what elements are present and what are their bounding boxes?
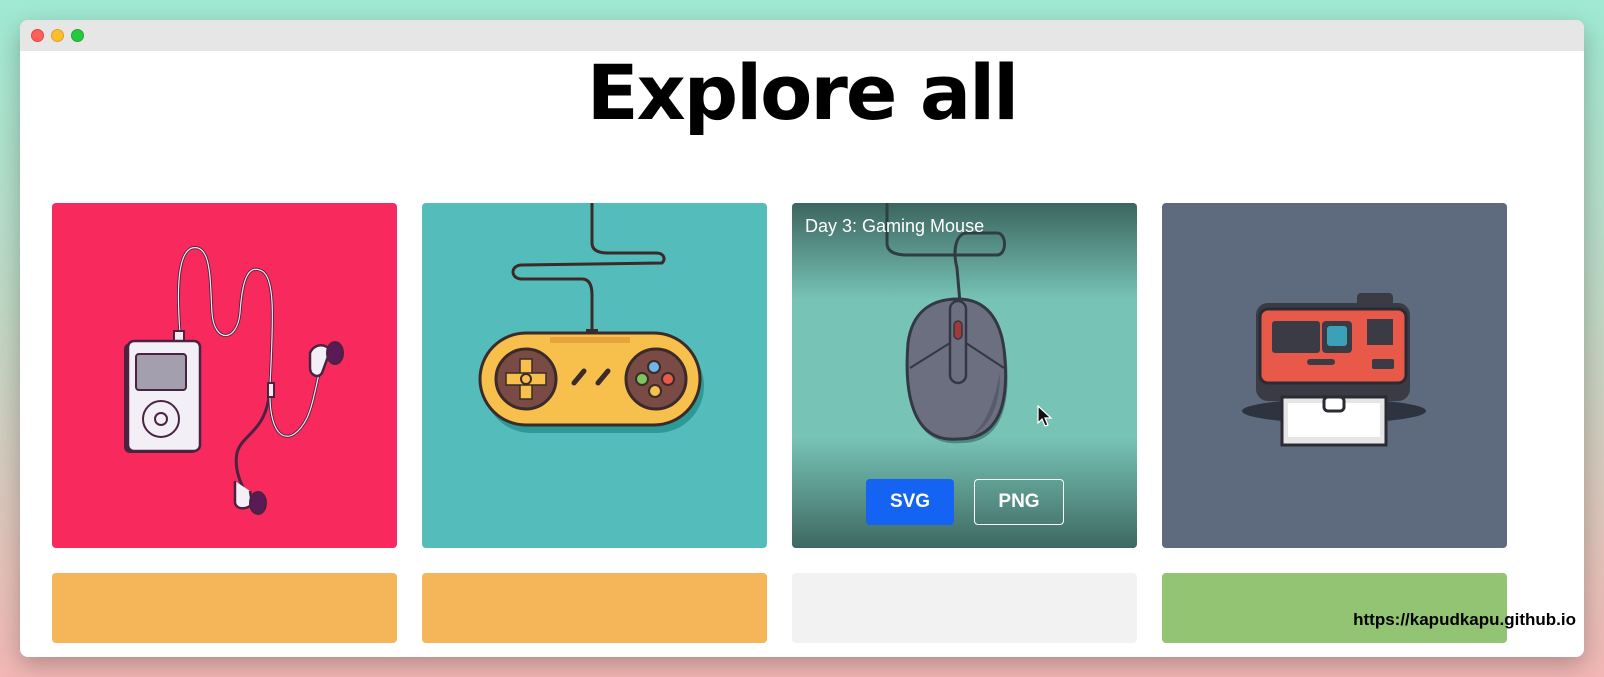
mouse-pointer-icon (1037, 405, 1053, 427)
title-bar (20, 20, 1584, 51)
download-svg-button[interactable]: SVG (866, 479, 954, 525)
page-title: Explore all (586, 48, 1019, 137)
card-7[interactable] (792, 573, 1137, 643)
instant-camera-illustration (1242, 293, 1426, 447)
card-ipod[interactable] (52, 203, 397, 548)
card-6[interactable] (422, 573, 767, 643)
watermark-url: https://kapudkapu.github.io (1353, 610, 1576, 629)
card-title: Day 3: Gaming Mouse (805, 216, 985, 236)
card-8[interactable] (1162, 573, 1507, 643)
close-window-button[interactable] (31, 29, 44, 42)
game-controller-illustration (478, 203, 704, 433)
minimize-window-button[interactable] (51, 29, 64, 42)
card-gaming-mouse[interactable]: Day 3: Gaming Mouse SVG PNG (792, 203, 1137, 548)
download-png-button[interactable]: PNG (974, 479, 1064, 525)
maximize-window-button[interactable] (71, 29, 84, 42)
card-hover-overlay (792, 203, 1137, 548)
card-game-controller[interactable] (422, 203, 767, 548)
ipod-illustration (124, 246, 344, 515)
card-instant-camera[interactable] (1162, 203, 1507, 548)
card-5[interactable] (52, 573, 397, 643)
